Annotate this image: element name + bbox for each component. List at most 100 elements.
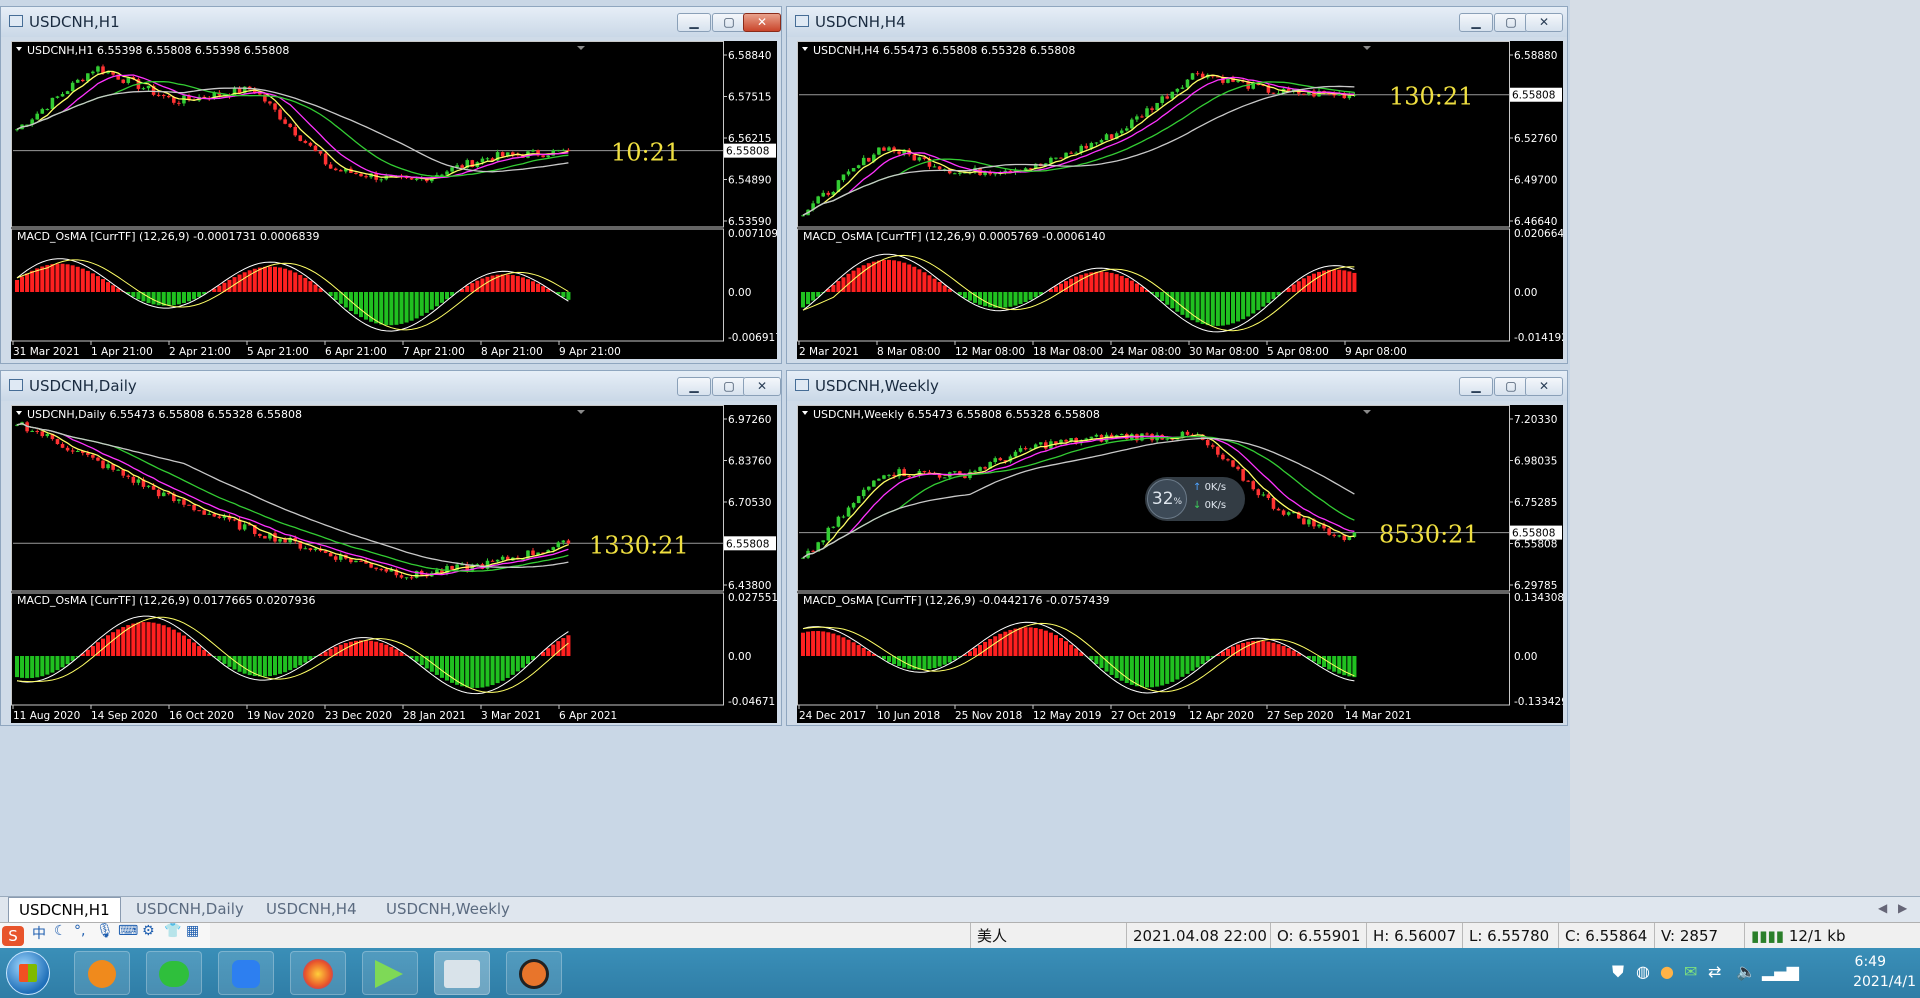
- ime-chinese-mode[interactable]: 中: [32, 923, 46, 943]
- candle-body: [801, 215, 805, 217]
- macd-bar: [1013, 628, 1018, 656]
- moon-icon[interactable]: ☾: [54, 923, 67, 939]
- minimize-button[interactable]: ▁: [1459, 13, 1493, 32]
- candle-body: [177, 499, 181, 501]
- chart-area[interactable]: USDCNH,Daily 6.55473 6.55808 6.55328 6.5…: [11, 405, 777, 723]
- macd-tick-label: -0.0141923: [1514, 332, 1563, 344]
- tray-record-icon[interactable]: ●: [1660, 962, 1674, 981]
- chart-window-daily[interactable]: USDCNH,Daily ▁ ▢ ✕ USDCNH,Daily 6.55473 …: [0, 370, 782, 726]
- macd-bar: [429, 292, 434, 310]
- candle-body: [40, 431, 45, 437]
- tray-security-icon[interactable]: ◍: [1636, 962, 1650, 981]
- macd-bar: [566, 635, 571, 656]
- macd-bar: [186, 292, 192, 302]
- macd-bar: [45, 265, 50, 292]
- candle-body: [450, 167, 454, 172]
- maximize-button[interactable]: ▢: [712, 377, 746, 396]
- macd-bar: [40, 266, 45, 292]
- candle-body: [546, 155, 550, 158]
- candle-body: [86, 452, 90, 455]
- tray-signal-icon[interactable]: ▂▄▆: [1762, 962, 1799, 981]
- candle-body: [821, 540, 826, 543]
- collapse-triangle-icon: [16, 411, 22, 415]
- maximize-button[interactable]: ▢: [712, 13, 746, 32]
- bar-countdown-timer: 10:21: [611, 139, 680, 167]
- chart-area[interactable]: USDCNH,H4 6.55473 6.55808 6.55328 6.5580…: [797, 41, 1563, 359]
- ime-toolbar[interactable]: S 中 ☾ °, 🎙 ⌨ ⚙ 👕 ▦: [0, 923, 210, 949]
- taskbar-app-game[interactable]: [506, 951, 562, 995]
- close-button[interactable]: ✕: [743, 377, 781, 396]
- menu-grid-icon[interactable]: ▦: [186, 923, 199, 939]
- macd-bar: [272, 266, 278, 292]
- candle-body: [978, 467, 982, 471]
- bar-countdown-timer: 130:21: [1389, 83, 1473, 111]
- candle-body: [882, 475, 886, 479]
- macd-bar: [972, 648, 978, 656]
- minimize-button[interactable]: ▁: [677, 377, 711, 396]
- taskbar-app-feishu[interactable]: [218, 951, 274, 995]
- tab-scroll-right-icon[interactable]: ▶: [1898, 901, 1907, 915]
- keyboard-icon[interactable]: ⌨: [118, 923, 138, 939]
- macd-bar: [1023, 627, 1028, 656]
- macd-bar: [1144, 656, 1150, 688]
- minimize-button[interactable]: ▁: [677, 13, 711, 32]
- candle-body: [1018, 448, 1023, 452]
- network-speed-widget[interactable]: 32% ↑ 0K/s ↓ 0K/s: [1145, 477, 1245, 521]
- time-axis-label: 12 Apr 2020: [1189, 710, 1254, 722]
- taskbar-app-metatrader[interactable]: [434, 951, 490, 995]
- tray-clock-date[interactable]: 2021/4/1: [1806, 974, 1916, 990]
- tab-usdcnh-h4[interactable]: USDCNH,H4: [256, 899, 367, 919]
- taskbar-app-browser[interactable]: [74, 951, 130, 995]
- macd-bar: [536, 283, 541, 292]
- chart-window-h1[interactable]: USDCNH,H1 ▁ ▢ ✕ USDCNH,H1 6.55398 6.5580…: [0, 6, 782, 364]
- close-button[interactable]: ✕: [1525, 377, 1563, 396]
- start-button[interactable]: [6, 951, 50, 995]
- microphone-icon[interactable]: 🎙: [96, 923, 114, 939]
- tab-usdcnh-h1[interactable]: USDCNH,H1: [8, 897, 121, 922]
- time-axis-label: 18 Mar 08:00: [1033, 346, 1103, 358]
- macd-bar: [328, 649, 333, 656]
- macd-bar: [912, 266, 917, 292]
- macd-bar: [1074, 648, 1079, 656]
- tab-usdcnh-daily[interactable]: USDCNH,Daily: [126, 899, 254, 919]
- macd-bar: [65, 656, 70, 665]
- tray-clock-time[interactable]: 6:49: [1806, 954, 1886, 970]
- minimize-button[interactable]: ▁: [1459, 377, 1493, 396]
- metatrader-icon: [444, 960, 480, 988]
- tools-icon[interactable]: ⚙: [142, 923, 155, 939]
- tray-shield-icon[interactable]: ⛊: [1612, 962, 1624, 982]
- skin-icon[interactable]: 👕: [164, 923, 181, 939]
- chart-window-weekly[interactable]: USDCNH,Weekly ▁ ▢ ✕ USDCNH,Weekly 6.5547…: [786, 370, 1568, 726]
- maximize-button[interactable]: ▢: [1494, 13, 1528, 32]
- chart-area[interactable]: USDCNH,Weekly 6.55473 6.55808 6.55328 6.…: [797, 405, 1563, 723]
- candle-body: [70, 450, 75, 452]
- macd-bar: [313, 284, 318, 292]
- macd-bar: [1256, 640, 1261, 656]
- price-chart-svg: USDCNH,Daily 6.55473 6.55808 6.55328 6.5…: [11, 405, 777, 722]
- maximize-button[interactable]: ▢: [1494, 377, 1528, 396]
- macd-label: MACD_OsMA [CurrTF] (12,26,9) -0.0001731 …: [17, 230, 320, 243]
- close-button[interactable]: ✕: [1525, 13, 1563, 32]
- macd-bar: [1064, 641, 1069, 656]
- macd-bar: [40, 656, 45, 677]
- tray-network-icon[interactable]: ⇄: [1708, 962, 1721, 981]
- candle-body: [1180, 87, 1185, 89]
- taskbar-app-firefox[interactable]: [290, 951, 346, 995]
- taskbar-app-wechat[interactable]: [146, 951, 202, 995]
- ninja-icon: [519, 959, 549, 989]
- tray-wechat-icon[interactable]: ✉: [1684, 962, 1697, 981]
- close-button[interactable]: ✕: [743, 13, 781, 32]
- chart-window-h4[interactable]: USDCNH,H4 ▁ ▢ ✕ USDCNH,H4 6.55473 6.5580…: [786, 6, 1568, 364]
- macd-bar: [876, 260, 881, 292]
- chart-window-icon: [795, 379, 809, 391]
- chart-area[interactable]: USDCNH,H1 6.55398 6.55808 6.55398 6.5580…: [11, 41, 777, 359]
- tray-volume-icon[interactable]: 🔈: [1736, 962, 1756, 981]
- punctuation-icon[interactable]: °,: [74, 923, 85, 939]
- indicator-plot-frame: [797, 592, 1510, 706]
- candle-body: [182, 499, 186, 505]
- tab-usdcnh-weekly[interactable]: USDCNH,Weekly: [376, 899, 520, 919]
- tab-scroll-left-icon[interactable]: ◀: [1878, 901, 1887, 915]
- time-axis-label: 2 Mar 2021: [799, 346, 859, 358]
- candle-body: [1276, 508, 1281, 511]
- taskbar-app-player[interactable]: [362, 951, 418, 995]
